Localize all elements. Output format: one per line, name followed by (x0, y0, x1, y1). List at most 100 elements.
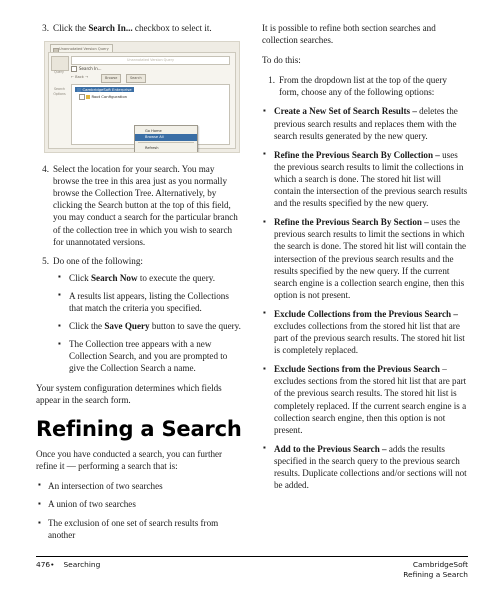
expander-icon[interactable] (79, 94, 85, 100)
context-menu-item-refresh[interactable]: Refresh (135, 145, 197, 152)
right-column: It is possible to refine both section se… (262, 22, 468, 532)
tree-item-root[interactable]: CambridgeSoft Enterprise (75, 87, 134, 93)
list-item: ▪ The exclusion of one set of search res… (36, 517, 242, 541)
tree-item-label: Root Configuration (91, 94, 128, 100)
procedure-list-right: 1. From the dropdown list at the top of … (262, 74, 468, 98)
step3-text-before: Click the (53, 23, 89, 33)
list-item-step-4: 4. Select the location for your search. … (36, 163, 242, 248)
bullet-icon: ▪ (38, 498, 41, 508)
bullet-text: The Collection tree appears with a new C… (69, 339, 228, 374)
figure-title-field[interactable]: Unannotated Version Query (71, 56, 230, 66)
right-paragraph-2: To do this: (262, 55, 301, 66)
figure-side-label-options: Options (53, 92, 66, 97)
bullet-icon: ▪ (38, 517, 41, 527)
figure-panel: Query Unannotated Version Query Search I… (48, 52, 236, 153)
figure-search-in-checkbox[interactable]: Search In... (71, 66, 102, 73)
footer-right: CambridgeSoft Refining a Search (403, 560, 468, 579)
bullet-icon: ▪ (58, 272, 61, 282)
intro-paragraph: Once you have conducted a search, you ca… (36, 448, 223, 471)
list-item: ▪ The Collection tree appears with a new… (53, 338, 242, 374)
option-description: – excludes sections from the stored hit … (274, 364, 467, 435)
figure-toolbar: ← Back → Browse Search (71, 74, 230, 84)
page-title: Refining a Search (36, 416, 242, 441)
figure-search-button[interactable]: Search (126, 74, 146, 84)
list-item-step-5: 5. Do one of the following: ▪ Click Sear… (36, 255, 242, 375)
step-text: Do one of the following: (53, 255, 143, 266)
option-lead-in: Refine the Previous Search By Section – (274, 217, 429, 228)
figure-browse-button[interactable]: Browse (101, 74, 122, 84)
bullet-icon: ▪ (263, 443, 266, 453)
list-item: ▪ A union of two searches (36, 498, 242, 510)
footer-left: 476• Searching (36, 560, 100, 579)
list-item: ▪ Refine the Previous Search By Section … (262, 216, 468, 301)
list-item-step-3: 3. Click the Search In... checkbox to se… (36, 22, 242, 34)
bullet-icon: ▪ (58, 320, 61, 330)
figure-back-nav[interactable]: ← Back → (71, 75, 88, 79)
search-options-list: ▪ Create a New Set of Search Results – d… (262, 105, 468, 491)
bullet-text-after: to execute the query. (137, 272, 215, 283)
bullet-icon: ▪ (58, 290, 61, 300)
bullet-text-before: Click the (69, 321, 105, 332)
bullet-bold-term: Save Query (104, 321, 150, 332)
list-item-step-1: 1. From the dropdown list at the top of … (262, 74, 468, 98)
closing-paragraph: Your system configuration determines whi… (36, 382, 222, 405)
list-item: ▪ Exclude Collections from the Previous … (262, 308, 468, 356)
bullet-text: The exclusion of one set of search resul… (48, 518, 219, 541)
bullet-icon: ▪ (263, 105, 266, 115)
bullet-icon: ▪ (263, 149, 266, 159)
option-lead-in: Refine the Previous Search By Collection… (274, 149, 440, 160)
footer-chapter: Searching (63, 560, 101, 569)
footer-section: Refining a Search (403, 569, 468, 579)
footer-brand: CambridgeSoft (412, 560, 468, 569)
bullet-bold-term: Search Now (90, 272, 138, 283)
step-text: From the dropdown list at the top of the… (279, 75, 447, 98)
refine-bullet-list: ▪ An intersection of two searches ▪ A un… (36, 480, 242, 541)
right-paragraph-1: It is possible to refine both section se… (262, 23, 436, 46)
list-item: ▪ An intersection of two searches (36, 480, 242, 492)
procedure-list-left-cont: 4. Select the location for your search. … (36, 163, 242, 374)
step-text: Click the Search In... checkbox to selec… (53, 23, 212, 33)
document-page: 3. Click the Search In... checkbox to se… (0, 0, 500, 600)
context-menu-item-browse-all[interactable]: Browse All (135, 134, 197, 141)
figure-tab-label: Unannotated Version Query (59, 47, 109, 52)
left-column: 3. Click the Search In... checkbox to se… (36, 22, 242, 540)
context-menu-separator (138, 153, 194, 154)
figure-checkbox-label: Search In... (79, 66, 102, 72)
option-lead-in: Create a New Set of Search Results – (274, 106, 417, 117)
figure-query-button-label: Query (54, 70, 64, 75)
option-description: excludes collections from the stored hit… (274, 320, 465, 356)
bullet-icon: ▪ (38, 480, 41, 490)
page-number: 476• (36, 560, 55, 569)
figure-title-field-text: Unannotated Version Query (127, 57, 174, 62)
footer-content: 476• Searching CambridgeSoft Refining a … (36, 557, 468, 579)
figure-context-menu[interactable]: Go Home Browse All Refresh Copy Path... … (134, 125, 198, 153)
list-item: ▪ A results list appears, listing the Co… (53, 290, 242, 314)
option-lead-in: Add to the Previous Search – (274, 443, 387, 454)
option-lead-in: Exclude Collections from the Previous Se… (274, 308, 458, 319)
step-number: 3. (42, 23, 49, 33)
bullet-text: A results list appears, listing the Coll… (69, 290, 229, 314)
step3-text-after: checkbox to select it. (132, 23, 212, 33)
context-menu-separator (138, 142, 194, 144)
node-icon (77, 88, 81, 93)
tree-item-label: CambridgeSoft Enterprise (82, 87, 132, 93)
list-item: ▪ Click the Save Query button to save th… (53, 320, 242, 332)
option-lead-in: Exclude Sections from the Previous Searc… (274, 364, 440, 375)
checkbox-icon (71, 66, 77, 73)
page-footer: 476• Searching CambridgeSoft Refining a … (36, 556, 468, 579)
step5-bullet-list: ▪ Click Search Now to execute the query.… (53, 272, 242, 375)
bullet-text: A union of two searches (48, 499, 136, 510)
figure-collection-tree[interactable]: CambridgeSoft Enterprise Root Configurat… (71, 84, 230, 153)
list-item: ▪ Click Search Now to execute the query. (53, 272, 242, 284)
figure-back-label: Back (75, 75, 84, 80)
figure-side-label-search: Search (54, 87, 65, 92)
step-text: Select the location for your search. You… (53, 164, 238, 247)
bullet-text: An intersection of two searches (48, 480, 163, 491)
step-number: 5. (42, 255, 49, 266)
folder-icon (86, 95, 90, 100)
figure-query-button[interactable] (51, 56, 69, 72)
tree-item-config[interactable]: Root Configuration (79, 94, 127, 100)
screenshot-figure: Unannotated Version Query Query Unannota… (44, 41, 240, 154)
bullet-icon: ▪ (263, 216, 266, 226)
procedure-list-left: 3. Click the Search In... checkbox to se… (36, 22, 242, 34)
